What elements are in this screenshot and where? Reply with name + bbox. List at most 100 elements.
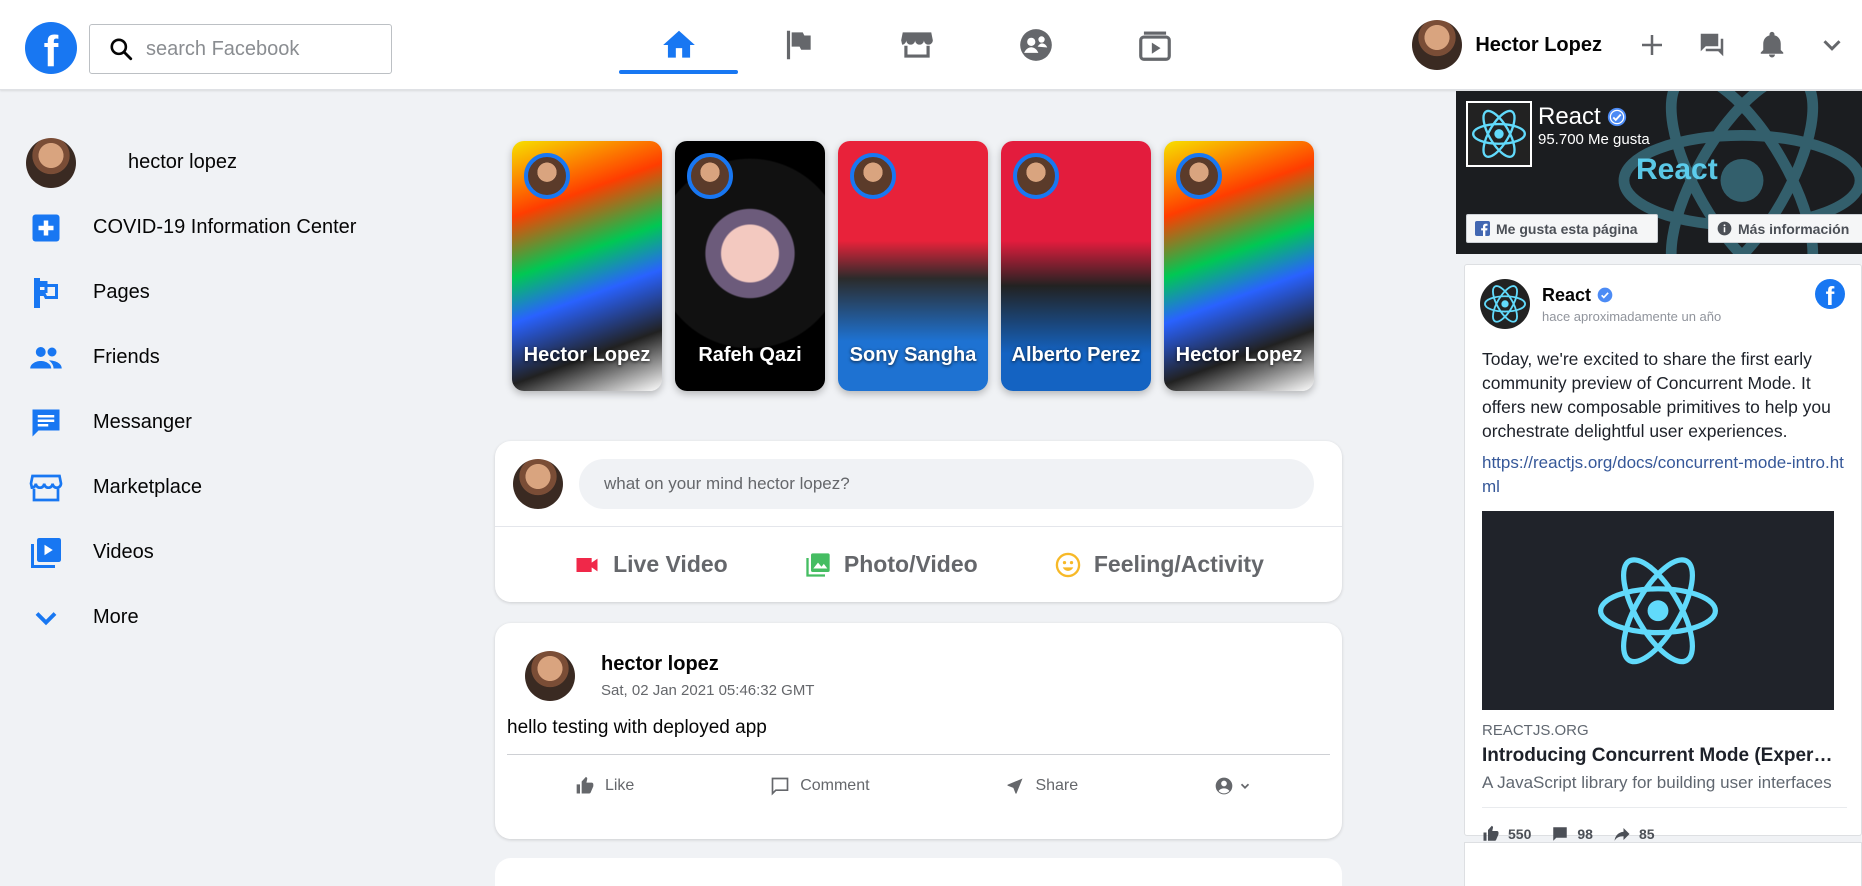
- emoji-icon: [1055, 552, 1081, 577]
- watch-icon: [1138, 31, 1171, 61]
- home-icon: [662, 30, 695, 58]
- page-cover-wordmark: React: [1636, 153, 1718, 186]
- tab-home[interactable]: [619, 0, 738, 90]
- post-text: hello testing with deployed app: [507, 717, 1330, 755]
- embed-link-image[interactable]: [1482, 511, 1834, 710]
- link-headline[interactable]: Introducing Concurrent Mode (Experimenta…: [1482, 745, 1834, 767]
- videocam-icon: [576, 557, 598, 572]
- forum-icon: [1700, 33, 1724, 57]
- story-avatar: [850, 153, 896, 199]
- embed-link[interactable]: https://reactjs.org/docs/concurrent-mode…: [1482, 451, 1847, 499]
- stories-reel: Hector Lopez Rafeh Qazi Sony Sangha Albe…: [512, 141, 1314, 391]
- avatar[interactable]: [525, 651, 575, 701]
- sidebar-item-marketplace[interactable]: Marketplace: [0, 455, 450, 520]
- story-avatar: [1013, 153, 1059, 199]
- embed-page-name-text: React: [1542, 284, 1592, 305]
- sidebar-item-label: Friends: [93, 346, 160, 368]
- action-label: Like: [604, 777, 635, 794]
- photo-video-button[interactable]: Photo/Video: [804, 551, 978, 579]
- post-author[interactable]: hector lopez: [601, 653, 814, 676]
- notifications-button[interactable]: [1742, 15, 1802, 75]
- story-card[interactable]: Sony Sangha: [838, 141, 988, 391]
- story-card[interactable]: Hector Lopez: [512, 141, 662, 391]
- storefront-icon: [29, 474, 63, 501]
- page-name-text: React: [1538, 103, 1601, 130]
- stat-value: 98: [1577, 825, 1593, 842]
- local-hospital-icon: [32, 214, 60, 241]
- status-input[interactable]: [579, 458, 1314, 509]
- embed-text: Today, we're excited to share the first …: [1482, 349, 1831, 441]
- page-logo[interactable]: [1466, 101, 1532, 167]
- embed-page-name[interactable]: React: [1542, 285, 1721, 306]
- sidebar-item-label: Pages: [93, 281, 150, 303]
- create-button[interactable]: [1622, 15, 1682, 75]
- chevron-down-icon: [1823, 40, 1841, 51]
- audience-button[interactable]: [1214, 776, 1262, 796]
- sidebar-item-profile[interactable]: hector lopez: [0, 130, 450, 195]
- story-name: Hector Lopez: [1175, 344, 1303, 366]
- tab-groups[interactable]: [976, 0, 1095, 90]
- story-card[interactable]: Hector Lopez: [1164, 141, 1314, 391]
- page-avatar[interactable]: [1480, 279, 1530, 329]
- shares-count[interactable]: 85: [1613, 825, 1655, 843]
- button-label: Me gusta esta página: [1496, 220, 1638, 237]
- action-label: Feeling/Activity: [1093, 551, 1264, 577]
- page-likes: 95.700 Me gusta: [1538, 131, 1650, 148]
- sidebar-item-videos[interactable]: Videos: [0, 520, 450, 585]
- next-post-card: [495, 858, 1342, 886]
- avatar: [26, 137, 76, 188]
- emoji-flags-icon: [34, 277, 58, 308]
- feed-post: hector lopez Sat, 02 Jan 2021 05:46:32 G…: [495, 623, 1342, 839]
- search-input[interactable]: [146, 37, 366, 61]
- action-label: Live Video: [613, 551, 728, 577]
- share-button[interactable]: Share: [1005, 776, 1078, 796]
- verified-badge-icon: [1597, 287, 1613, 303]
- verified-badge-icon: [1607, 107, 1626, 127]
- messenger-button[interactable]: [1682, 15, 1742, 75]
- sidebar-item-label: More: [93, 606, 139, 628]
- live-video-button[interactable]: Live Video: [573, 551, 728, 579]
- tab-marketplace[interactable]: [857, 0, 976, 90]
- stat-value: 550: [1508, 825, 1532, 842]
- comment-icon: [1553, 826, 1568, 841]
- sidebar-item-messenger[interactable]: Messanger: [0, 390, 450, 455]
- near-me-icon: [1007, 778, 1023, 794]
- like-page-button[interactable]: Me gusta esta página: [1466, 214, 1658, 243]
- more-info-button[interactable]: Más información: [1708, 214, 1862, 243]
- comments-count[interactable]: 98: [1551, 825, 1593, 843]
- story-card[interactable]: Rafeh Qazi: [675, 141, 825, 391]
- link-description: A JavaScript library for building user i…: [1482, 773, 1832, 792]
- likes-count[interactable]: 550: [1482, 825, 1531, 843]
- story-avatar: [524, 153, 570, 199]
- action-label: Comment: [800, 777, 870, 794]
- story-card[interactable]: Alberto Perez: [1001, 141, 1151, 391]
- search-box[interactable]: [89, 24, 392, 74]
- story-name: Sony Sangha: [849, 344, 977, 366]
- feeling-activity-button[interactable]: Feeling/Activity: [1054, 551, 1264, 579]
- comment-icon: [771, 777, 789, 796]
- photo-library-icon: [806, 552, 830, 577]
- header-profile[interactable]: Hector Lopez: [1412, 20, 1622, 70]
- plus-icon: [1642, 35, 1662, 55]
- sidebar-item-covid[interactable]: COVID-19 Information Center: [0, 195, 450, 260]
- sidebar-item-label: Messanger: [93, 411, 192, 433]
- next-embed-card: [1464, 842, 1862, 886]
- like-button[interactable]: Like: [575, 776, 634, 796]
- account-menu-button[interactable]: [1802, 15, 1862, 75]
- facebook-logo[interactable]: f: [1815, 279, 1845, 309]
- sidebar-item-pages[interactable]: Pages: [0, 260, 450, 325]
- tab-watch[interactable]: [1095, 0, 1214, 90]
- story-name: Rafeh Qazi: [698, 344, 802, 366]
- sidebar-item-more[interactable]: More: [0, 585, 450, 650]
- info-icon: [1717, 221, 1732, 236]
- facebook-logo[interactable]: f: [25, 22, 77, 74]
- page-name[interactable]: React: [1538, 103, 1627, 131]
- sidebar-item-friends[interactable]: Friends: [0, 325, 450, 390]
- tab-pages[interactable]: [738, 0, 857, 90]
- top-header: f Hector Lopez: [0, 0, 1862, 90]
- story-name: Hector Lopez: [523, 344, 651, 366]
- embed-time[interactable]: hace aproximadamente un año: [1542, 309, 1721, 324]
- react-logo-icon: [1484, 285, 1526, 323]
- comment-button[interactable]: Comment: [770, 776, 870, 796]
- thumb-up-icon: [576, 776, 594, 794]
